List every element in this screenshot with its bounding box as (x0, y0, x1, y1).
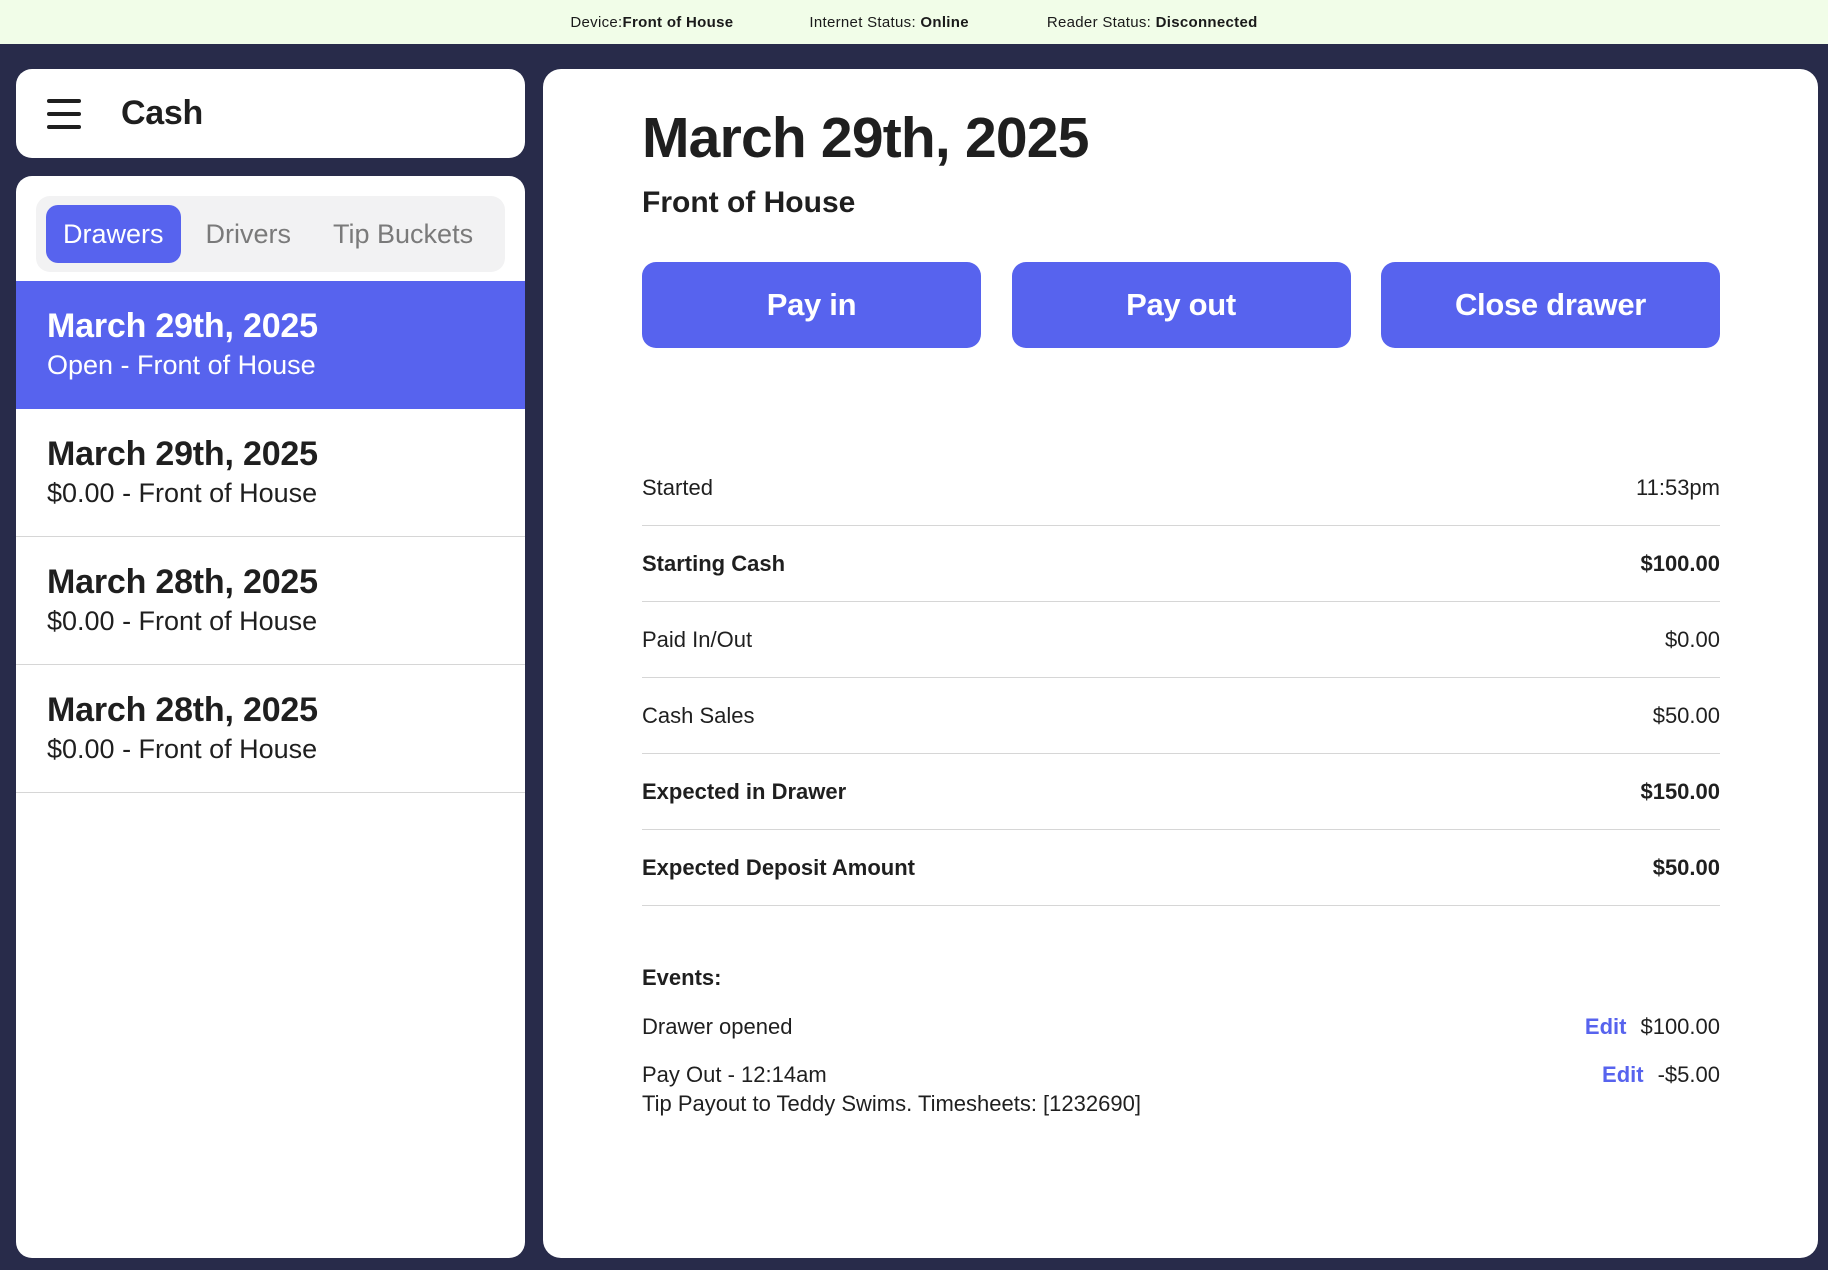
drawer-list-panel: Drawers Drivers Tip Buckets March 29th, … (16, 176, 525, 1258)
event-amount: $100.00 (1640, 1014, 1720, 1039)
tab-tip-buckets[interactable]: Tip Buckets (316, 205, 490, 263)
drawer-subtitle: $0.00 - Front of House (47, 606, 318, 636)
summary-value: $50.00 (1652, 854, 1720, 880)
tab-drivers[interactable]: Drivers (189, 205, 309, 263)
events-heading: Events: (642, 965, 722, 990)
summary-label: Starting Cash (642, 550, 786, 576)
summary-label: Cash Sales (642, 702, 755, 728)
summary-row-expected-in-drawer: Expected in Drawer $150.00 (642, 754, 1720, 830)
detail-title: March 29th, 2025 (642, 106, 1089, 170)
detail-subtitle: Front of House (642, 186, 856, 219)
header-card: Cash (16, 69, 525, 158)
page-title: Cash (121, 94, 203, 132)
drawer-summary: Started 11:53pm Starting Cash $100.00 Pa… (642, 450, 1720, 906)
pay-in-button[interactable]: Pay in (642, 262, 981, 348)
summary-label: Expected in Drawer (642, 778, 847, 804)
summary-value: $0.00 (1664, 626, 1720, 652)
drawer-list-item[interactable]: March 29th, 2025 $0.00 - Front of House (16, 409, 525, 537)
summary-value: $100.00 (1640, 550, 1720, 576)
drawer-detail-panel: March 29th, 2025 Front of House Pay in P… (543, 69, 1818, 1258)
drawer-subtitle: $0.00 - Front of House (47, 478, 318, 508)
close-drawer-button[interactable]: Close drawer (1381, 262, 1720, 348)
tab-drawers[interactable]: Drawers (46, 205, 181, 263)
summary-row-expected-deposit: Expected Deposit Amount $50.00 (642, 830, 1720, 906)
drawer-date: March 28th, 2025 (47, 691, 318, 729)
summary-label: Paid In/Out (642, 626, 753, 652)
event-line-1: Pay Out - 12:14am (642, 1062, 827, 1087)
summary-row-starting-cash: Starting Cash $100.00 (642, 526, 1720, 602)
drawer-date: March 28th, 2025 (47, 563, 318, 601)
drawer-date: March 29th, 2025 (47, 307, 318, 345)
action-buttons: Pay in Pay out Close drawer (642, 262, 1720, 348)
summary-value: $150.00 (1640, 778, 1720, 804)
event-line-2: Tip Payout to Teddy Swims. Timesheets: [… (642, 1091, 1141, 1116)
summary-label: Expected Deposit Amount (642, 854, 915, 880)
event-line-1: Drawer opened (642, 1014, 793, 1039)
edit-event-link[interactable]: Edit (1602, 1062, 1644, 1088)
summary-row-cash-sales: Cash Sales $50.00 (642, 678, 1720, 754)
reader-status-label: Reader Status: (1046, 13, 1152, 31)
drawer-list: March 29th, 2025 Open - Front of House M… (16, 281, 525, 793)
summary-label: Started (642, 474, 713, 500)
internet-status: Internet Status: Online (809, 14, 968, 31)
summary-value: 11:53pm (1636, 474, 1720, 500)
drawer-list-item[interactable]: March 28th, 2025 $0.00 - Front of House (16, 537, 525, 665)
device-status-value: Front of House (622, 13, 734, 31)
device-status: Device: Front of House (570, 14, 733, 31)
drawer-subtitle: Open - Front of House (47, 350, 316, 380)
drawer-date: March 29th, 2025 (47, 435, 318, 473)
internet-status-label: Internet Status: (809, 13, 916, 31)
device-status-label: Device: (570, 13, 623, 31)
summary-row-paid-in-out: Paid In/Out $0.00 (642, 602, 1720, 678)
reader-status-value: Disconnected (1155, 13, 1258, 31)
status-bar: Device: Front of House Internet Status: O… (0, 0, 1828, 44)
hamburger-menu-icon[interactable] (47, 98, 81, 129)
event-description: Pay Out - 12:14am Tip Payout to Teddy Sw… (642, 1062, 1141, 1117)
event-row: Drawer opened Edit $100.00 (642, 1014, 1720, 1040)
drawer-list-item[interactable]: March 29th, 2025 Open - Front of House (16, 281, 525, 409)
event-row: Pay Out - 12:14am Tip Payout to Teddy Sw… (642, 1062, 1720, 1117)
drawer-list-item[interactable]: March 28th, 2025 $0.00 - Front of House (16, 665, 525, 793)
drawer-subtitle: $0.00 - Front of House (47, 734, 318, 764)
reader-status: Reader Status: Disconnected (1047, 14, 1258, 31)
summary-row-started: Started 11:53pm (642, 450, 1720, 526)
event-description: Drawer opened (642, 1014, 792, 1040)
pay-out-button[interactable]: Pay out (1011, 262, 1351, 348)
event-amount: -$5.00 (1657, 1062, 1720, 1087)
summary-value: $50.00 (1652, 702, 1720, 728)
internet-status-value: Online (920, 13, 969, 31)
tab-bar: Drawers Drivers Tip Buckets (36, 196, 505, 272)
edit-event-link[interactable]: Edit (1585, 1014, 1627, 1040)
